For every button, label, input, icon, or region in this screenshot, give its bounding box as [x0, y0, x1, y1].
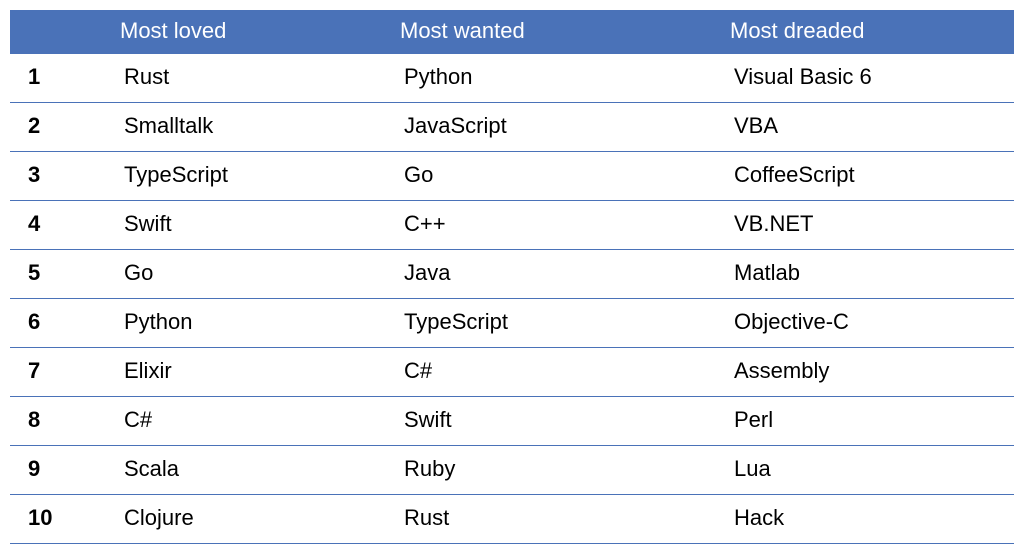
table-row: 7 Elixir C# Assembly [10, 348, 1014, 397]
wanted-cell: Swift [390, 397, 720, 446]
rank-cell: 8 [10, 397, 110, 446]
loved-cell: Elixir [110, 348, 390, 397]
dreaded-cell: Matlab [720, 250, 1014, 299]
header-most-wanted: Most wanted [390, 10, 720, 54]
wanted-cell: Go [390, 152, 720, 201]
table-row: 5 Go Java Matlab [10, 250, 1014, 299]
dreaded-cell: Perl [720, 397, 1014, 446]
loved-cell: TypeScript [110, 152, 390, 201]
loved-cell: Python [110, 299, 390, 348]
wanted-cell: C++ [390, 201, 720, 250]
dreaded-cell: CoffeeScript [720, 152, 1014, 201]
wanted-cell: Java [390, 250, 720, 299]
table-row: 2 Smalltalk JavaScript VBA [10, 103, 1014, 152]
rank-cell: 10 [10, 495, 110, 544]
table-body: 1 Rust Python Visual Basic 6 2 Smalltalk… [10, 54, 1014, 544]
rank-cell: 9 [10, 446, 110, 495]
loved-cell: Smalltalk [110, 103, 390, 152]
table-row: 1 Rust Python Visual Basic 6 [10, 54, 1014, 103]
loved-cell: Go [110, 250, 390, 299]
wanted-cell: Python [390, 54, 720, 103]
rank-cell: 7 [10, 348, 110, 397]
rank-cell: 6 [10, 299, 110, 348]
loved-cell: Rust [110, 54, 390, 103]
rank-cell: 5 [10, 250, 110, 299]
dreaded-cell: VBA [720, 103, 1014, 152]
loved-cell: Swift [110, 201, 390, 250]
wanted-cell: JavaScript [390, 103, 720, 152]
wanted-cell: C# [390, 348, 720, 397]
table-row: 3 TypeScript Go CoffeeScript [10, 152, 1014, 201]
header-most-loved: Most loved [110, 10, 390, 54]
table-row: 10 Clojure Rust Hack [10, 495, 1014, 544]
dreaded-cell: Assembly [720, 348, 1014, 397]
dreaded-cell: VB.NET [720, 201, 1014, 250]
dreaded-cell: Visual Basic 6 [720, 54, 1014, 103]
rank-cell: 2 [10, 103, 110, 152]
language-ranking-table: Most loved Most wanted Most dreaded 1 Ru… [10, 10, 1014, 544]
loved-cell: C# [110, 397, 390, 446]
wanted-cell: Rust [390, 495, 720, 544]
dreaded-cell: Objective-C [720, 299, 1014, 348]
wanted-cell: TypeScript [390, 299, 720, 348]
dreaded-cell: Hack [720, 495, 1014, 544]
dreaded-cell: Lua [720, 446, 1014, 495]
header-most-dreaded: Most dreaded [720, 10, 1014, 54]
header-rank [10, 10, 110, 54]
wanted-cell: Ruby [390, 446, 720, 495]
table-header-row: Most loved Most wanted Most dreaded [10, 10, 1014, 54]
table-row: 4 Swift C++ VB.NET [10, 201, 1014, 250]
loved-cell: Scala [110, 446, 390, 495]
rank-cell: 1 [10, 54, 110, 103]
rank-cell: 3 [10, 152, 110, 201]
loved-cell: Clojure [110, 495, 390, 544]
table-row: 9 Scala Ruby Lua [10, 446, 1014, 495]
table-row: 8 C# Swift Perl [10, 397, 1014, 446]
table-row: 6 Python TypeScript Objective-C [10, 299, 1014, 348]
rank-cell: 4 [10, 201, 110, 250]
